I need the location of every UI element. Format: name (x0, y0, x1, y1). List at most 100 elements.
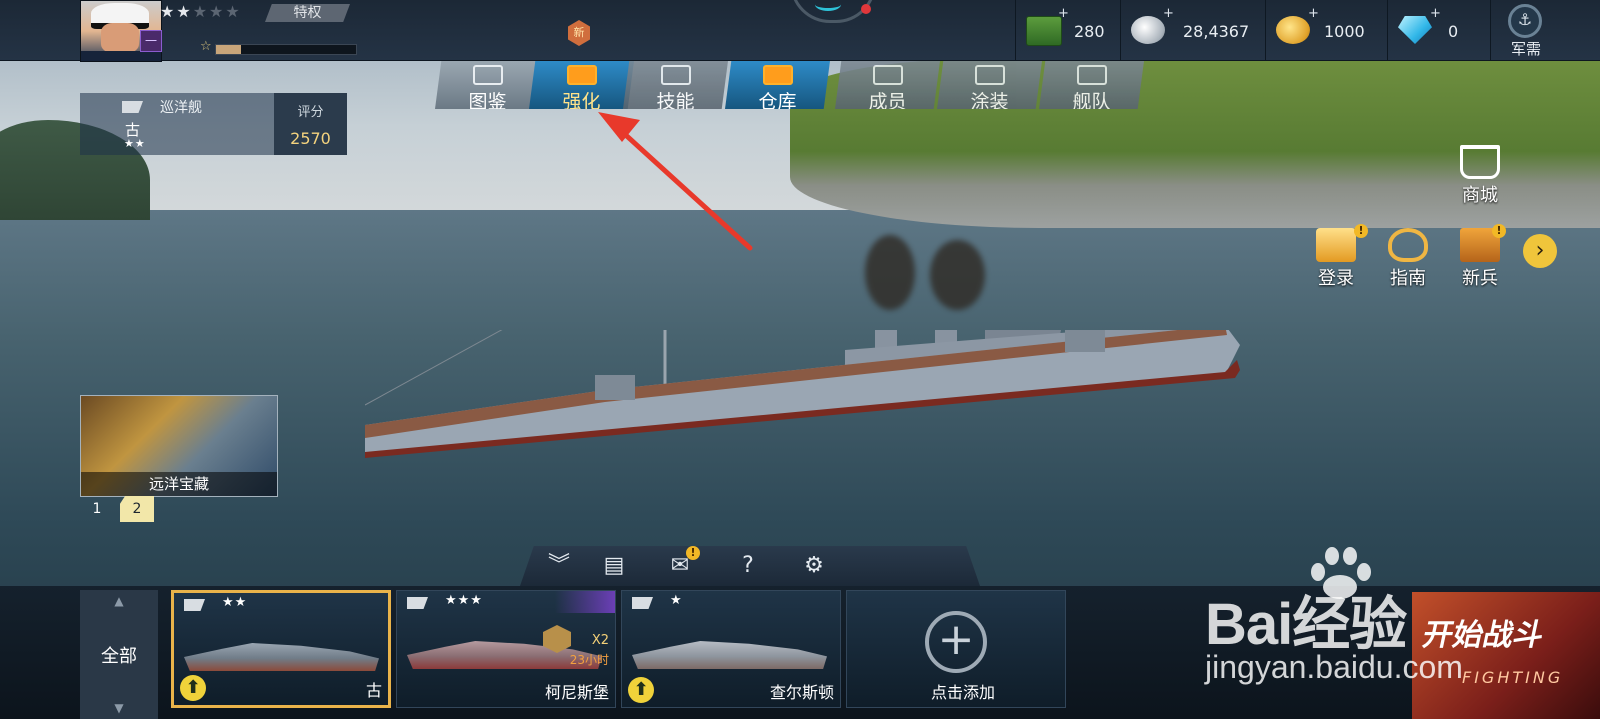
recruit-label: 新兵 (1462, 268, 1498, 289)
gift-icon (1316, 228, 1356, 262)
xp-progress-bar (215, 44, 357, 55)
alert-badge: ! (1492, 224, 1506, 238)
collapse-icon[interactable]: ︾ (545, 552, 573, 580)
gold-coin-icon (1276, 16, 1310, 44)
cash-value: 280 (1074, 22, 1105, 41)
ship-name: 古 (365, 681, 382, 700)
upgrade-arrow-icon: ⬆ (628, 677, 654, 703)
radar-alert-dot (861, 4, 871, 14)
add-diamond-button[interactable]: + (1430, 6, 1441, 21)
captain-coat (81, 51, 161, 61)
tab-crew[interactable]: 成员 (835, 61, 940, 109)
page-2-button[interactable]: 2 (120, 496, 154, 522)
ship-type: 巡洋舰 (160, 100, 202, 116)
top-bar: 一 ★★★★★ 特权 ☆ 新 + 280 + 28,4367 + 1000 + … (0, 0, 1600, 62)
chevron-up-icon[interactable]: ▲ (80, 594, 158, 608)
page-1-button[interactable]: 1 (80, 496, 114, 522)
player-stars: ★★★★★ (160, 2, 242, 21)
ship-card-charleston[interactable]: ★ ⬆ 查尔斯顿 (621, 590, 841, 708)
xp-star-icon: ☆ (200, 39, 212, 54)
ship-card-konigsberg[interactable]: ★★★ X2 23小时 柯尼斯堡 (396, 590, 616, 708)
ship-thumbnail (184, 643, 379, 671)
guide-button[interactable]: 指南 (1380, 228, 1436, 290)
ship-stars: ★★ (222, 595, 248, 610)
ship-thumbnail (632, 641, 827, 669)
rarity-stripe (555, 591, 615, 613)
tab-upgrade[interactable]: 强化 (529, 61, 634, 109)
paint-icon (975, 65, 1005, 85)
add-ship-slot[interactable]: + 点击添加 (846, 590, 1066, 708)
skill-icon (661, 65, 691, 85)
cart-icon (1460, 145, 1500, 179)
add-silver-button[interactable]: + (1163, 6, 1174, 21)
star-icon: ★ (160, 2, 177, 21)
shop-button[interactable]: 商城 (1452, 145, 1508, 207)
rank-badge: 一 (140, 30, 162, 52)
resource-gold[interactable]: + 1000 (1265, 0, 1386, 60)
ship-card-gu[interactable]: ★★ ⬆ 古 (171, 590, 391, 708)
xp-progress-fill (216, 45, 242, 54)
guide-label: 指南 (1390, 268, 1426, 289)
help-icon[interactable]: ? (734, 552, 762, 580)
upgrade-arrow-icon: ⬆ (180, 675, 206, 701)
privilege-button[interactable]: 特权 (265, 4, 350, 22)
login-reward-button[interactable]: 登录 ! (1308, 224, 1368, 290)
warship-model[interactable] (365, 330, 1245, 460)
diamond-icon (1398, 16, 1432, 44)
ship-stars: ★★ (124, 137, 146, 150)
add-gold-button[interactable]: + (1308, 6, 1319, 21)
medal-ribbon-icon (1388, 228, 1428, 262)
settings-icon[interactable]: ⚙ (800, 552, 828, 580)
event-banner[interactable]: 远洋宝藏 (80, 395, 278, 497)
ship-name: 查尔斯顿 (769, 683, 834, 702)
ship-score: 评分 2570 (274, 93, 347, 155)
score-label: 评分 (297, 105, 324, 120)
ship-stars: ★★★ (445, 593, 483, 608)
fleet-filter[interactable]: ▲ 全部 ▼ (80, 590, 158, 719)
ship-stars: ★ (670, 593, 683, 608)
clipboard-icon[interactable]: ▤ (600, 552, 628, 580)
resource-cash[interactable]: + 280 (1015, 0, 1121, 60)
star-icon: ★ (209, 2, 226, 21)
silver-coin-icon (1131, 16, 1165, 44)
tab-catalog[interactable]: 图鉴 (435, 61, 540, 109)
resource-silver[interactable]: + 28,4367 (1120, 0, 1261, 60)
tab-warehouse[interactable]: 仓库 (725, 61, 830, 109)
ship-nation-flag-icon (122, 101, 143, 113)
book-icon (473, 65, 503, 85)
silver-value: 28,4367 (1183, 22, 1250, 41)
tab-fleet[interactable]: 舰队 (1039, 61, 1144, 109)
shop-label: 商城 (1462, 185, 1498, 206)
ship-info-card: 巡洋舰 古 ★★ 评分 2570 (80, 93, 347, 155)
recruit-button[interactable]: 新兵 ! (1452, 224, 1508, 290)
login-label: 登录 (1318, 268, 1354, 289)
radar-dial[interactable] (790, 0, 876, 23)
resource-diamond[interactable]: + 0 (1387, 0, 1488, 60)
supply-button[interactable]: 军需 (1490, 0, 1561, 60)
score-value: 2570 (290, 129, 331, 148)
tab-skills[interactable]: 技能 (623, 61, 728, 109)
crew-icon (873, 65, 903, 85)
filter-label: 全部 (101, 646, 137, 667)
ship-nation-flag-icon (184, 599, 205, 611)
warehouse-icon (763, 65, 793, 85)
add-cash-button[interactable]: + (1058, 6, 1069, 21)
alert-badge: ! (1354, 224, 1368, 238)
bonus-multiplier: X2 (591, 633, 609, 648)
upgrade-icon (567, 65, 597, 85)
chevron-down-icon[interactable]: ▼ (80, 701, 158, 715)
chevron-right-icon[interactable]: › (1523, 234, 1557, 268)
event-medal-icon[interactable]: 新 (568, 20, 590, 46)
smoke-plume (930, 240, 985, 310)
cash-icon (1026, 16, 1062, 46)
event-title: 远洋宝藏 (81, 472, 277, 496)
ship-name: 柯尼斯堡 (544, 683, 609, 702)
plus-icon: + (925, 611, 987, 673)
tab-camouflage[interactable]: 涂装 (937, 61, 1042, 109)
bonus-timer: 23小时 (569, 653, 609, 667)
diamond-value: 0 (1448, 22, 1459, 41)
gold-value: 1000 (1324, 22, 1365, 41)
bottom-toolbar: ︾ ▤ ✉ ! ? ⚙ (520, 546, 980, 586)
add-ship-label: 点击添加 (930, 683, 995, 702)
smoke-plume (865, 235, 915, 310)
